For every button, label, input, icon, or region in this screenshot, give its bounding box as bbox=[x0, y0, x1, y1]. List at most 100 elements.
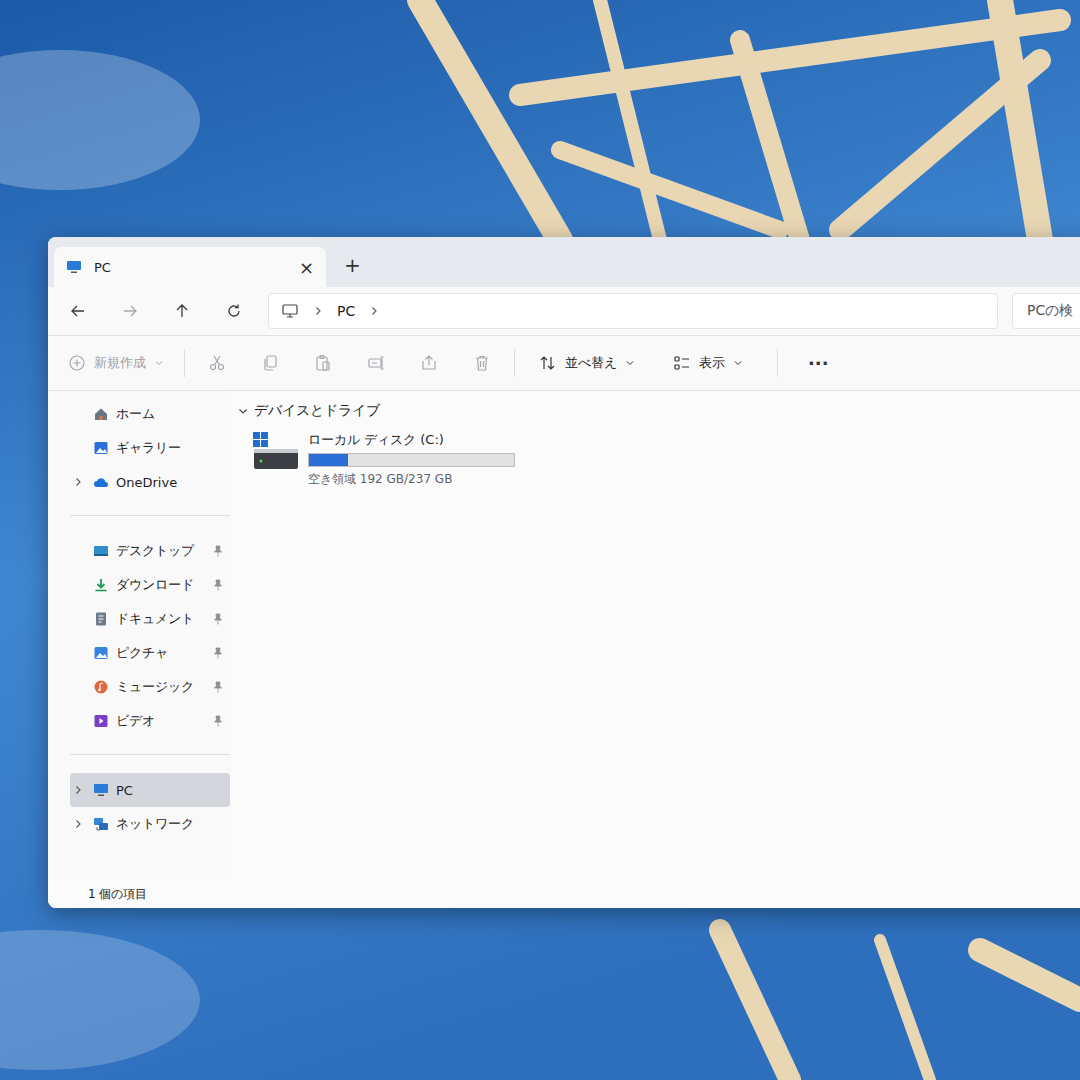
usage-bar-fill bbox=[309, 454, 348, 466]
monitor-icon bbox=[281, 302, 299, 320]
status-bar: 1 個の項目 bbox=[48, 880, 1080, 908]
tab-title: PC bbox=[94, 260, 287, 275]
cut-button[interactable] bbox=[199, 346, 235, 380]
pin-icon bbox=[212, 715, 224, 727]
back-arrow-icon bbox=[70, 303, 86, 319]
drive-group: デバイスとドライブローカル ディスク (C:) 空き領域 192 GB/237 G… bbox=[238, 399, 1080, 488]
collapse-chevron-icon bbox=[238, 406, 248, 416]
new-button[interactable]: 新規作成 bbox=[68, 354, 170, 372]
sidebar-item[interactable]: ネットワーク bbox=[70, 807, 230, 841]
sidebar-item[interactable]: ミュージック bbox=[70, 670, 230, 704]
paste-button[interactable] bbox=[305, 346, 341, 380]
network-icon bbox=[93, 816, 109, 832]
expand-chevron-icon[interactable] bbox=[73, 477, 83, 487]
group-header[interactable]: デバイスとドライブ bbox=[238, 399, 1080, 423]
sidebar-label: ホーム bbox=[116, 405, 224, 423]
chevron-down-icon bbox=[154, 358, 164, 368]
tab-strip: PC × + bbox=[48, 237, 1080, 287]
sidebar-label: ギャラリー bbox=[116, 439, 224, 457]
expand-chevron-icon[interactable] bbox=[73, 819, 83, 829]
rename-button[interactable] bbox=[358, 346, 394, 380]
sidebar-item[interactable]: OneDrive bbox=[70, 465, 230, 499]
sidebar-label: ネットワーク bbox=[116, 815, 224, 833]
copy-icon bbox=[261, 354, 279, 372]
sidebar-item[interactable]: ギャラリー bbox=[70, 431, 230, 465]
sidebar-separator bbox=[70, 754, 230, 755]
free-space-label: 空き領域 192 GB/237 GB bbox=[308, 471, 515, 488]
documents-icon bbox=[93, 611, 109, 627]
navigation-pane: ホームギャラリー OneDrive デスクトップダウンロードドキュメントピクチャミュ… bbox=[48, 391, 230, 880]
copy-button[interactable] bbox=[252, 346, 288, 380]
refresh-button[interactable] bbox=[214, 294, 254, 328]
drive-icon bbox=[252, 431, 300, 471]
drive-tile[interactable]: ローカル ディスク (C:) 空き領域 192 GB/237 GB bbox=[238, 423, 1080, 488]
sort-button[interactable]: 並べ替え bbox=[529, 354, 655, 372]
delete-icon bbox=[473, 354, 491, 372]
videos-icon bbox=[93, 713, 109, 729]
forward-button[interactable] bbox=[110, 294, 150, 328]
home-icon bbox=[93, 406, 109, 422]
group-label: デバイスとドライブ bbox=[254, 402, 380, 420]
sidebar-item[interactable]: ビデオ bbox=[70, 704, 230, 738]
onedrive-icon bbox=[93, 474, 109, 490]
paste-icon bbox=[314, 354, 332, 372]
music-icon bbox=[93, 679, 109, 695]
share-button[interactable] bbox=[411, 346, 447, 380]
back-button[interactable] bbox=[58, 294, 98, 328]
new-label: 新規作成 bbox=[94, 354, 146, 372]
sidebar-label: OneDrive bbox=[116, 475, 224, 490]
expand-chevron-icon[interactable] bbox=[73, 785, 83, 795]
search-box[interactable]: PCの検 bbox=[1012, 293, 1080, 329]
sidebar-item[interactable]: ドキュメント bbox=[70, 602, 230, 636]
sidebar-item[interactable]: ピクチャ bbox=[70, 636, 230, 670]
delete-button[interactable] bbox=[464, 346, 500, 380]
tab[interactable]: PC × bbox=[54, 247, 326, 287]
chevron-right-icon bbox=[369, 306, 379, 316]
download-icon bbox=[93, 577, 109, 593]
sidebar-label: PC bbox=[116, 783, 224, 798]
address-segment[interactable]: PC bbox=[337, 303, 355, 319]
sidebar-item[interactable]: ホーム bbox=[70, 397, 230, 431]
sidebar-item[interactable]: デスクトップ bbox=[70, 534, 230, 568]
plus-circle-icon bbox=[68, 354, 86, 372]
view-button[interactable]: 表示 bbox=[663, 354, 763, 372]
sidebar-label: ピクチャ bbox=[116, 644, 205, 662]
pin-icon bbox=[212, 545, 224, 557]
pc-icon bbox=[66, 259, 82, 275]
sidebar-label: ビデオ bbox=[116, 712, 205, 730]
main-area: ホームギャラリー OneDrive デスクトップダウンロードドキュメントピクチャミュ… bbox=[48, 391, 1080, 880]
view-list-icon bbox=[673, 354, 691, 372]
sidebar-label: ドキュメント bbox=[116, 610, 205, 628]
sidebar-label: ミュージック bbox=[116, 678, 205, 696]
gallery-icon bbox=[93, 440, 109, 456]
tab-close-button[interactable]: × bbox=[299, 257, 314, 278]
sidebar-item[interactable]: ダウンロード bbox=[70, 568, 230, 602]
usage-bar bbox=[308, 453, 515, 467]
pin-icon bbox=[212, 579, 224, 591]
drive-name: ローカル ディスク (C:) bbox=[308, 431, 515, 449]
more-button[interactable]: ··· bbox=[792, 353, 845, 374]
pin-icon bbox=[212, 681, 224, 693]
up-arrow-icon bbox=[174, 303, 190, 319]
chevron-down-icon bbox=[733, 358, 743, 368]
desktop: PC × + PC PCの検新規作成 並べ替え 表示 ··· ホームギャラリー OneDrive デ… bbox=[0, 0, 1080, 1080]
content-pane: デバイスとドライブローカル ディスク (C:) 空き領域 192 GB/237 G… bbox=[230, 391, 1080, 880]
sidebar-label: ダウンロード bbox=[116, 576, 205, 594]
share-icon bbox=[420, 354, 438, 372]
pin-icon bbox=[212, 647, 224, 659]
pictures-icon bbox=[93, 645, 109, 661]
refresh-icon bbox=[226, 303, 242, 319]
sidebar-separator bbox=[70, 515, 230, 516]
explorer-window: PC × + PC PCの検新規作成 並べ替え 表示 ··· ホームギャラリー OneDrive デ… bbox=[48, 237, 1080, 908]
sidebar-label: デスクトップ bbox=[116, 542, 205, 560]
command-bar: 新規作成 並べ替え 表示 ··· bbox=[48, 335, 1080, 391]
sidebar-item[interactable]: PC bbox=[70, 773, 230, 807]
new-tab-button[interactable]: + bbox=[326, 253, 377, 287]
address-box[interactable]: PC bbox=[268, 293, 998, 329]
rename-icon bbox=[367, 354, 385, 372]
sort-icon bbox=[539, 354, 557, 372]
chevron-right-icon bbox=[313, 306, 323, 316]
pc-icon bbox=[93, 782, 109, 798]
up-button[interactable] bbox=[162, 294, 202, 328]
view-label: 表示 bbox=[699, 354, 725, 372]
